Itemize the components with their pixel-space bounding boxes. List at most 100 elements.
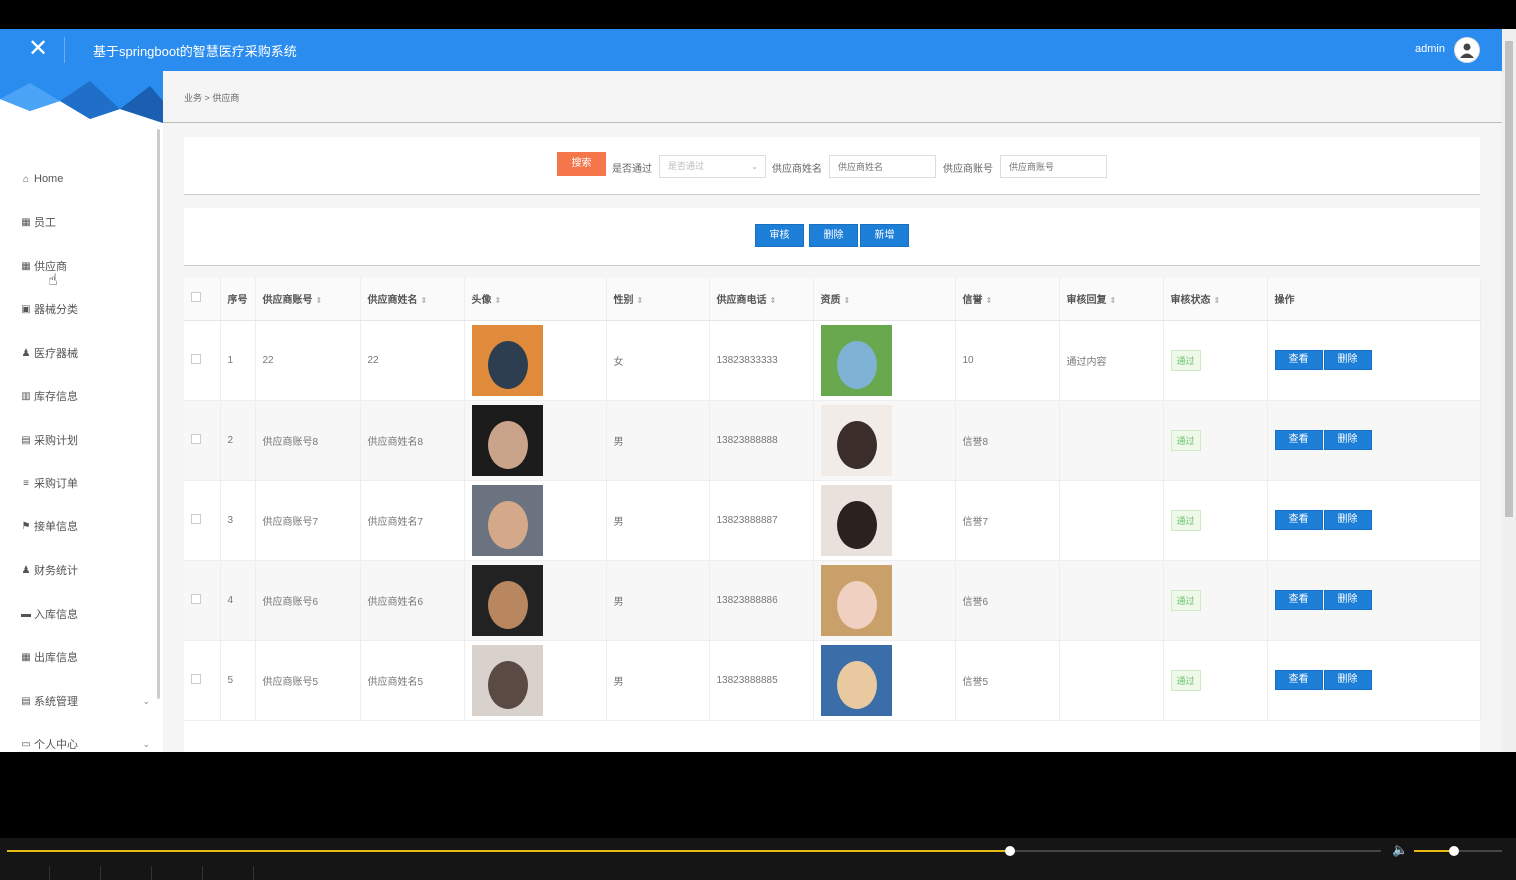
- qualification-image[interactable]: [820, 404, 892, 476]
- volume-icon[interactable]: 🔈: [1392, 842, 1408, 858]
- view-button[interactable]: 查看: [1274, 590, 1323, 610]
- approved-select[interactable]: 是否通过 ⌄: [659, 155, 766, 178]
- sidebar-item-11[interactable]: ▦ 出库信息: [20, 649, 150, 665]
- supplier-avatar-image[interactable]: [471, 324, 543, 396]
- page-scrollbar[interactable]: [1502, 29, 1516, 752]
- supplier-account-input[interactable]: [1000, 155, 1107, 178]
- row-checkbox[interactable]: [191, 593, 201, 604]
- row-checkbox[interactable]: [191, 513, 201, 524]
- sidebar-item-13[interactable]: ▭ 个人中心 ⌄: [20, 736, 150, 752]
- supplier-avatar-image[interactable]: [471, 484, 543, 556]
- table-row[interactable]: 3 供应商账号7 供应商姓名7 男 13823888887 信誉7 通过 查看 删除: [184, 480, 1481, 561]
- sidebar-item-label: 入库信息: [34, 609, 78, 621]
- supplier-credit: 信誉7: [955, 480, 1060, 561]
- table-row[interactable]: 4 供应商账号6 供应商姓名6 男 13823888886 信誉6 通过 查看 删除: [184, 560, 1481, 641]
- sidebar-item-4[interactable]: ♟ 医疗器械: [20, 345, 150, 361]
- qualification-image[interactable]: [820, 564, 892, 636]
- status-badge: 通过: [1170, 349, 1201, 371]
- sidebar-item-9[interactable]: ♟ 财务统计: [20, 562, 150, 578]
- user-avatar-icon[interactable]: [1454, 37, 1480, 63]
- sort-icon[interactable]: ⇕: [1214, 296, 1221, 305]
- row-index: 3: [220, 480, 256, 561]
- page-scrollbar-thumb[interactable]: [1505, 41, 1513, 517]
- row-delete-button[interactable]: 删除: [1323, 350, 1372, 370]
- supplier-name-input[interactable]: [829, 155, 936, 178]
- sidebar-item-6[interactable]: ▤ 采购计划: [20, 432, 150, 448]
- menu-icon: ▣: [21, 303, 31, 315]
- sidebar-item-5[interactable]: ▥ 库存信息: [20, 388, 150, 404]
- sidebar-item-12[interactable]: ▤ 系统管理 ⌄: [20, 693, 150, 709]
- search-button[interactable]: 搜索: [557, 152, 606, 176]
- row-delete-button[interactable]: 删除: [1323, 590, 1372, 610]
- pointer-cursor-icon: ☝: [48, 272, 58, 289]
- header-credit[interactable]: 信誉 ⇕: [955, 278, 1060, 321]
- header-account[interactable]: 供应商账号 ⇕: [255, 278, 361, 321]
- add-button[interactable]: 新增: [860, 224, 909, 247]
- sort-icon[interactable]: ⇕: [421, 296, 428, 305]
- header-name[interactable]: 供应商姓名 ⇕: [360, 278, 465, 321]
- table-row[interactable]: 5 供应商账号5 供应商姓名5 男 13823888885 信誉5 通过 查看 删除: [184, 640, 1481, 721]
- breadcrumb-parent[interactable]: 业务: [184, 93, 202, 103]
- delete-button[interactable]: 删除: [809, 224, 858, 247]
- row-delete-button[interactable]: 删除: [1323, 510, 1372, 530]
- header-qualification[interactable]: 资质 ⇕: [813, 278, 956, 321]
- row-checkbox[interactable]: [191, 673, 201, 684]
- row-checkbox[interactable]: [191, 433, 201, 444]
- qualification-image[interactable]: [820, 484, 892, 556]
- sort-icon[interactable]: ⇕: [637, 296, 644, 305]
- admin-username[interactable]: admin: [1415, 43, 1445, 55]
- volume-knob[interactable]: [1448, 846, 1459, 856]
- supplier-account: 供应商账号5: [255, 640, 361, 721]
- supplier-account: 22: [255, 320, 361, 401]
- volume-track[interactable]: [1414, 846, 1502, 856]
- menu-icon: ▭: [21, 738, 31, 750]
- sidebar-item-10[interactable]: ▬ 入库信息: [20, 606, 150, 622]
- sort-icon[interactable]: ⇕: [986, 296, 993, 305]
- supplier-avatar-image[interactable]: [471, 404, 543, 476]
- player-controls: 🔈: [0, 838, 1516, 880]
- view-button[interactable]: 查看: [1274, 670, 1323, 690]
- header-avatar[interactable]: 头像 ⇕: [464, 278, 607, 321]
- row-delete-button[interactable]: 删除: [1323, 430, 1372, 450]
- close-icon[interactable]: ✕: [24, 35, 52, 63]
- supplier-avatar-image[interactable]: [471, 644, 543, 716]
- menu-icon: ⚑: [21, 520, 31, 532]
- progress-track[interactable]: [7, 846, 1381, 856]
- sort-icon[interactable]: ⇕: [495, 296, 502, 305]
- row-delete-button[interactable]: 删除: [1323, 670, 1372, 690]
- qualification-image-cell: [813, 480, 956, 561]
- sidebar-item-0[interactable]: ⌂ Home: [20, 171, 150, 187]
- sidebar-item-3[interactable]: ▣ 器械分类: [20, 301, 150, 317]
- view-button[interactable]: 查看: [1274, 350, 1323, 370]
- table-header-row: 序号 供应商账号 ⇕ 供应商姓名 ⇕ 头像 ⇕ 性别 ⇕ 供应商电话 ⇕ 资质 ⇕ 信誉 ⇕ …: [184, 278, 1481, 321]
- supplier-avatar-image[interactable]: [471, 564, 543, 636]
- audit-button[interactable]: 审核: [755, 224, 804, 247]
- sort-icon[interactable]: ⇕: [1110, 296, 1117, 305]
- view-button[interactable]: 查看: [1274, 430, 1323, 450]
- table-row[interactable]: 2 供应商账号8 供应商姓名8 男 13823888888 信誉8 通过 查看 删除: [184, 400, 1481, 481]
- row-checkbox[interactable]: [191, 353, 201, 364]
- sidebar-item-label: 库存信息: [34, 391, 78, 403]
- sort-icon[interactable]: ⇕: [770, 296, 777, 305]
- table-row[interactable]: 1 22 22 女 13823833333 10 通过内容 通过 查看 删除: [184, 320, 1481, 401]
- qualification-image[interactable]: [820, 644, 892, 716]
- header-gender[interactable]: 性别 ⇕: [606, 278, 710, 321]
- qualification-image[interactable]: [820, 324, 892, 396]
- sidebar-item-label: 采购订单: [34, 478, 78, 490]
- header-reply[interactable]: 审核回复 ⇕: [1059, 278, 1164, 321]
- sidebar-item-1[interactable]: ▦ 员工: [20, 214, 150, 230]
- sidebar-item-7[interactable]: ≡ 采购订单: [20, 475, 150, 491]
- view-button[interactable]: 查看: [1274, 510, 1323, 530]
- progress-knob[interactable]: [1005, 846, 1016, 856]
- sidebar-item-8[interactable]: ⚑ 接单信息: [20, 518, 150, 534]
- sort-icon[interactable]: ⇕: [316, 296, 323, 305]
- audit-reply: [1059, 480, 1164, 561]
- header-phone[interactable]: 供应商电话 ⇕: [709, 278, 814, 321]
- header-status[interactable]: 审核状态 ⇕: [1163, 278, 1268, 321]
- row-actions: 查看 删除: [1267, 560, 1481, 641]
- sort-icon[interactable]: ⇕: [844, 296, 851, 305]
- sidebar-item-2[interactable]: ▦ 供应商: [20, 258, 150, 274]
- sidebar-scrollbar[interactable]: [157, 129, 160, 699]
- player-segment: [102, 866, 152, 880]
- select-all-checkbox[interactable]: [184, 278, 221, 321]
